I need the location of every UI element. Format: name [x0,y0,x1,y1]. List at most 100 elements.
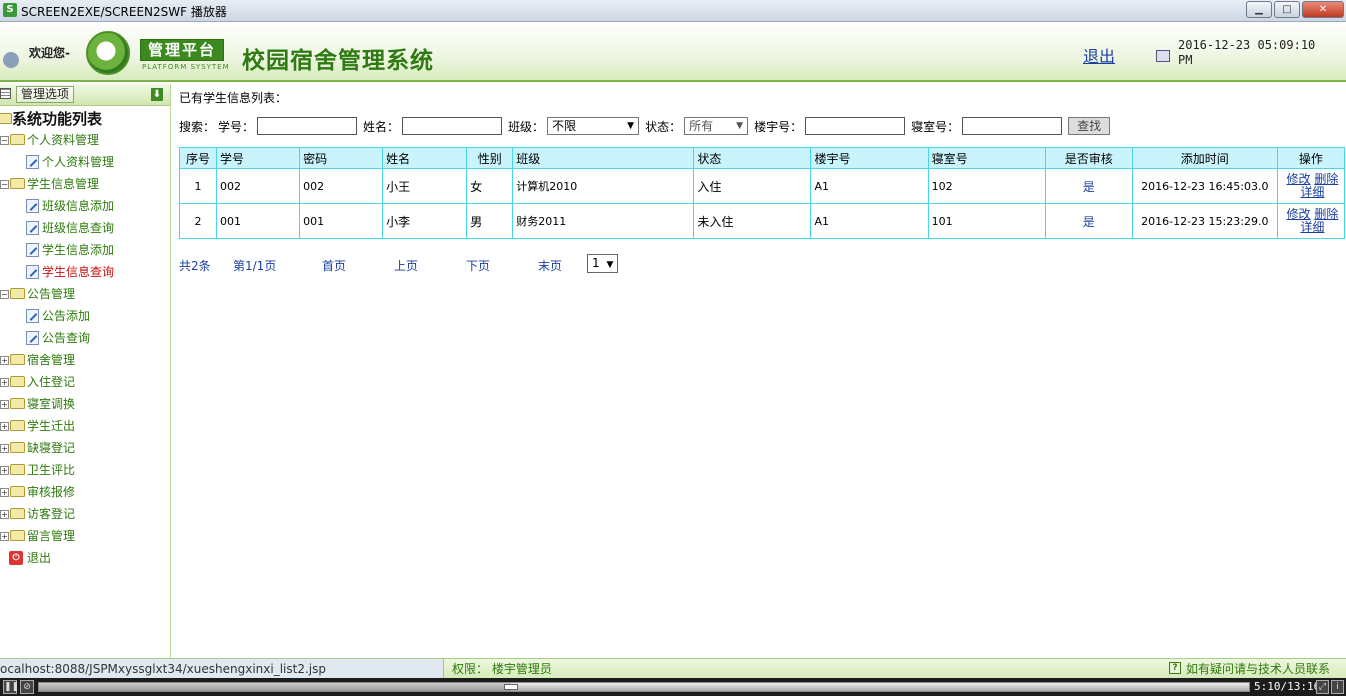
tree-group-moveout[interactable]: + 学生迁出 [0,415,170,437]
tree-group-label: 入住登记 [27,375,76,389]
folder-icon [10,508,25,519]
pager-last-link[interactable]: 末页 [538,257,578,274]
player-controls: ❚❚ ⊘ 5:10/13:16 ⤢ i [0,678,1346,696]
student-no-label: 学号： [218,119,255,134]
pagination: 共2条 第1/1页 首页 上页 下页 末页 1 ▼ [179,254,618,274]
tree-group-checkin[interactable]: + 入住登记 [0,371,170,393]
pager-prev-link[interactable]: 上页 [394,257,466,274]
tree-group-message[interactable]: + 留言管理 [0,525,170,547]
tree-exit-label: 退出 [27,551,52,565]
page-select[interactable]: 1 ▼ [587,254,618,273]
expand-icon[interactable]: + [0,356,9,365]
tree-group-room-swap[interactable]: + 寝室调换 [0,393,170,415]
cell-gender: 男 [466,203,514,239]
tree-item-student-query[interactable]: 学生信息查询 [0,261,170,283]
status-bar: ocalhost:8088/JSPMxyssglxt34/xueshengxin… [0,658,1346,679]
class-select-value: 不限 [552,119,577,133]
tree-item-label: 学生信息查询 [42,265,115,279]
tree-group-notice[interactable]: − 公告管理 [0,283,170,305]
window-controls: ▁ □ ✕ [1246,1,1344,18]
tree-group-student[interactable]: − 学生信息管理 [0,173,170,195]
cell-actions: 修改 删除 详细 [1276,168,1346,204]
student-no-input[interactable] [257,117,358,135]
tree-group-dorm[interactable]: + 宿舍管理 [0,349,170,371]
tree-group-absence[interactable]: + 缺寝登记 [0,437,170,459]
detail-link[interactable]: 详细 [1300,220,1324,234]
cell-status: 未入住 [693,203,812,239]
pager-first-link[interactable]: 首页 [322,257,394,274]
column-header: 班级 [512,147,695,169]
tree-exit[interactable]: ⏻ 退出 [0,547,170,569]
column-header: 操作 [1276,147,1346,169]
expand-icon[interactable]: + [0,444,9,453]
column-header: 性别 [466,147,514,169]
tree-group-hygiene[interactable]: + 卫生评比 [0,459,170,481]
folder-icon [10,442,25,453]
cell-building: A1 [810,203,929,239]
expand-icon[interactable]: + [0,422,9,431]
cell-room: 101 [927,203,1046,239]
collapse-icon[interactable]: − [0,290,9,299]
tree-item-class-add[interactable]: 班级信息添加 [0,195,170,217]
tree-group-label: 访客登记 [27,507,76,521]
find-button[interactable]: 查找 [1068,117,1111,135]
cell-actions: 修改 删除 详细 [1276,203,1346,239]
maximize-icon[interactable]: □ [1274,1,1300,18]
tree-group-profile[interactable]: − 个人资料管理 [0,129,170,151]
logo-subtitle: PLATFORM SYSYTEM [142,63,230,71]
expand-icon[interactable]: + [0,488,9,497]
cell-audited: 是 [1044,203,1133,239]
download-icon[interactable]: ⬇ [151,88,163,101]
delete-link[interactable]: 删除 [1314,172,1338,186]
tree-item-profile[interactable]: 个人资料管理 [0,151,170,173]
class-label: 班级： [508,119,545,134]
column-header: 添加时间 [1131,147,1278,169]
manage-options-button[interactable]: 管理选项 [16,86,75,103]
main-content: 已有学生信息列表： 搜索： 学号： 姓名： 班级： 不限 ▼ 状态： 所有 ▼ … [172,84,1346,658]
logout-link[interactable]: 退出 [1083,43,1115,67]
pager-page-info: 第1/1页 [233,258,277,273]
cell-name: 小王 [382,168,468,204]
room-input[interactable] [962,117,1063,135]
info-icon[interactable]: i [1331,680,1344,694]
tree-group-visitor[interactable]: + 访客登记 [0,503,170,525]
expand-icon[interactable]: + [0,532,9,541]
tree-item-label: 班级信息查询 [42,221,115,235]
edit-link[interactable]: 修改 [1286,207,1310,221]
edit-document-icon [26,309,39,323]
edit-link[interactable]: 修改 [1286,172,1310,186]
progress-track[interactable] [38,682,1250,692]
building-input[interactable] [805,117,906,135]
delete-link[interactable]: 删除 [1314,207,1338,221]
status-url: ocalhost:8088/JSPMxyssglxt34/xueshengxin… [0,659,444,679]
folder-icon [10,398,25,409]
user-icon [3,52,19,68]
list-caption: 已有学生信息列表： [179,91,288,105]
tree-item-notice-query[interactable]: 公告查询 [0,327,170,349]
name-input[interactable] [402,117,503,135]
tree-item-class-query[interactable]: 班级信息查询 [0,217,170,239]
minimize-icon[interactable]: ▁ [1246,1,1272,18]
tree-item-student-add[interactable]: 学生信息添加 [0,239,170,261]
expand-icon[interactable]: + [0,400,9,409]
tree-group-repair[interactable]: + 审核报修 [0,481,170,503]
status-select[interactable]: 所有 ▼ [684,117,749,135]
progress-thumb[interactable] [503,684,518,690]
collapse-icon[interactable]: − [0,180,9,189]
fullscreen-icon[interactable]: ⤢ [1316,680,1329,694]
expand-icon[interactable]: + [0,510,9,519]
cell-added-time: 2016-12-23 15:23:29.0 [1131,203,1278,239]
close-icon[interactable]: ✕ [1302,1,1344,18]
pause-icon[interactable]: ❚❚ [3,680,19,694]
stop-icon[interactable]: ⊘ [20,680,34,694]
class-select[interactable]: 不限 ▼ [547,117,640,135]
pager-next-link[interactable]: 下页 [466,257,538,274]
cell-class: 财务2011 [512,203,695,239]
expand-icon[interactable]: + [0,466,9,475]
tree-item-notice-add[interactable]: 公告添加 [0,305,170,327]
expand-icon[interactable]: + [0,378,9,387]
collapse-icon[interactable]: − [0,136,9,145]
tree-root[interactable]: 系统功能列表 [0,109,170,129]
tree-group-label: 缺寝登记 [27,441,76,455]
detail-link[interactable]: 详细 [1300,185,1324,199]
